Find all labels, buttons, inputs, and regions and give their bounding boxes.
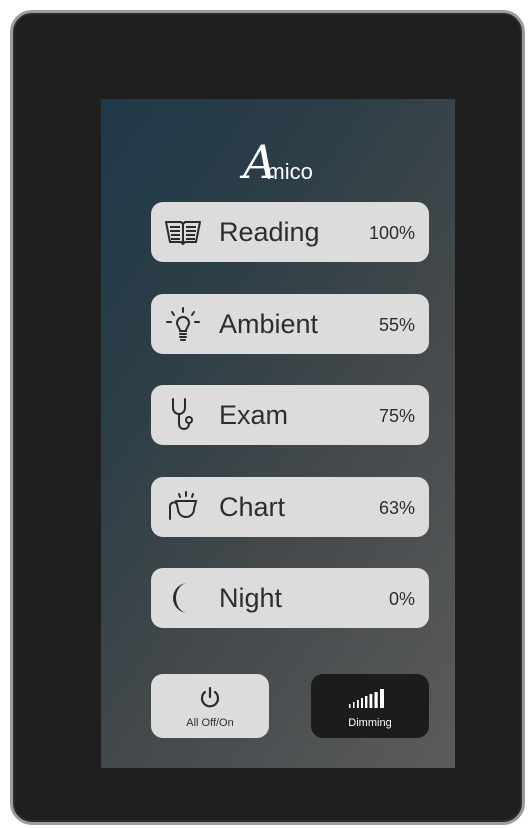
- desk-lamp-icon: [163, 487, 203, 527]
- logo-text: mico: [266, 159, 313, 184]
- chart-level: 63%: [378, 498, 415, 518]
- device-bezel: Amico Reading 100% Ambient 55% Exam 75% …: [10, 10, 525, 825]
- touch-screen: Amico Reading 100% Ambient 55% Exam 75% …: [101, 99, 455, 768]
- stethoscope-icon: [163, 395, 203, 435]
- chart-button[interactable]: Chart 63%: [151, 477, 429, 537]
- dimming-label: Dimming: [348, 717, 392, 729]
- crescent-moon-icon: [163, 578, 203, 618]
- all-off-on-button[interactable]: All Off/On: [151, 674, 269, 738]
- reading-label: Reading: [219, 217, 320, 247]
- power-icon: [151, 684, 269, 712]
- reading-button[interactable]: Reading 100%: [151, 202, 429, 262]
- night-button[interactable]: Night 0%: [151, 568, 429, 628]
- night-level: 0%: [388, 589, 415, 609]
- night-label: Night: [219, 583, 283, 613]
- all-off-on-label: All Off/On: [186, 717, 234, 729]
- exam-button[interactable]: Exam 75%: [151, 385, 429, 445]
- open-book-icon: [163, 212, 203, 252]
- dimming-button[interactable]: Dimming: [311, 674, 429, 738]
- reading-level: 100%: [368, 223, 415, 243]
- chart-label: Chart: [219, 492, 286, 522]
- exam-level: 75%: [378, 406, 415, 426]
- amico-logo: Amico: [101, 139, 455, 189]
- lightbulb-icon: [163, 304, 203, 344]
- ambient-button[interactable]: Ambient 55%: [151, 294, 429, 354]
- ambient-level: 55%: [378, 315, 415, 335]
- signal-bars-icon: [311, 684, 429, 712]
- exam-label: Exam: [219, 400, 289, 430]
- ambient-label: Ambient: [219, 309, 319, 339]
